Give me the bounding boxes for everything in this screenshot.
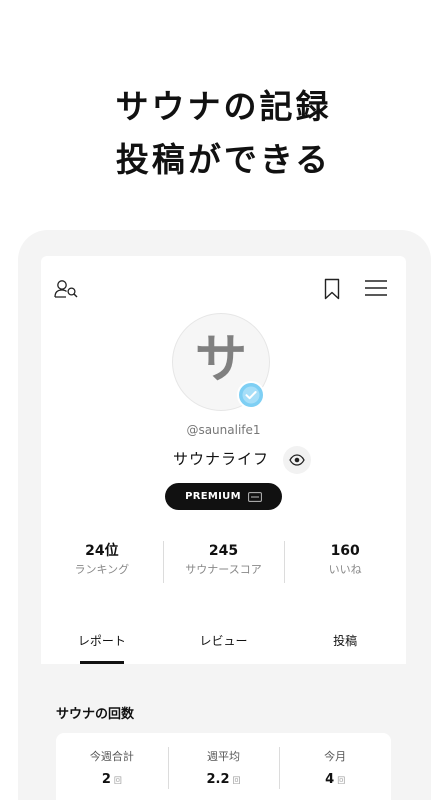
sauna-count-title: サウナの回数 [56,707,135,722]
stat-sauna-score[interactable]: 245 サウナースコア [162,541,285,583]
bookmark-icon [324,278,340,300]
stat-label: ランキング [74,563,130,576]
sauna-count-card: 今週合計 2回 週平均 2.2 回 今月 4回 [56,733,391,800]
visibility-button[interactable] [283,446,311,474]
count-label: 今週合計 [89,750,134,763]
premium-button[interactable]: PREMIUM [165,483,282,510]
card-icon [247,491,262,502]
count-value-row: 2回 [56,772,168,787]
count-label: 週平均 [207,750,240,763]
count-value: 2.2 [206,772,230,787]
stat-likes[interactable]: 160 いいね [284,541,406,583]
user-search-icon [54,280,78,298]
count-value: 4 [325,772,335,787]
count-value-row: 2.2 回 [168,772,280,787]
tab-review[interactable]: レビュー [163,631,285,664]
count-value: 2 [101,772,111,787]
count-unit: 回 [337,776,346,785]
profile-screen: サ @saunalife1 サウナライフ PREMIUM 24位 ランキング 2… [41,256,406,664]
profile-stats: 24位 ランキング 245 サウナースコア 160 いいね [41,541,406,583]
menu-button[interactable] [361,276,391,300]
count-this-week: 今週合計 2回 [56,733,168,800]
tab-posts[interactable]: 投稿 [284,631,406,664]
stat-label: サウナースコア [185,563,262,576]
count-unit: 回 [113,776,122,785]
headline-line-2: 投稿ができる [115,140,332,179]
tab-report[interactable]: レポート [41,631,163,664]
stat-label: いいね [328,563,362,576]
eye-icon [289,454,305,466]
headline-line-1: サウナの記録 [115,87,332,126]
stat-value: 160 [330,543,360,559]
avatar-initial: サ [194,330,247,390]
stat-value: 24位 [85,543,119,559]
user-search-button[interactable] [53,276,81,302]
count-unit: 回 [232,776,241,785]
hamburger-menu-icon [365,280,387,296]
stat-ranking[interactable]: 24位 ランキング [41,541,163,583]
profile-tabs: レポート レビュー 投稿 [41,631,406,664]
user-name: サウナライフ [173,450,270,468]
count-value-row: 4回 [279,772,391,787]
premium-label: PREMIUM [185,491,241,502]
count-this-month: 今月 4回 [279,733,391,800]
user-handle: @saunalife1 [186,423,261,437]
bookmark-button[interactable] [321,276,343,302]
stat-value: 245 [208,543,239,559]
count-weekly-average: 週平均 2.2 回 [167,733,280,800]
count-label: 今月 [324,750,347,763]
check-badge-icon [237,381,265,409]
promo-headline: サウナの記録 投稿ができる [0,80,447,186]
